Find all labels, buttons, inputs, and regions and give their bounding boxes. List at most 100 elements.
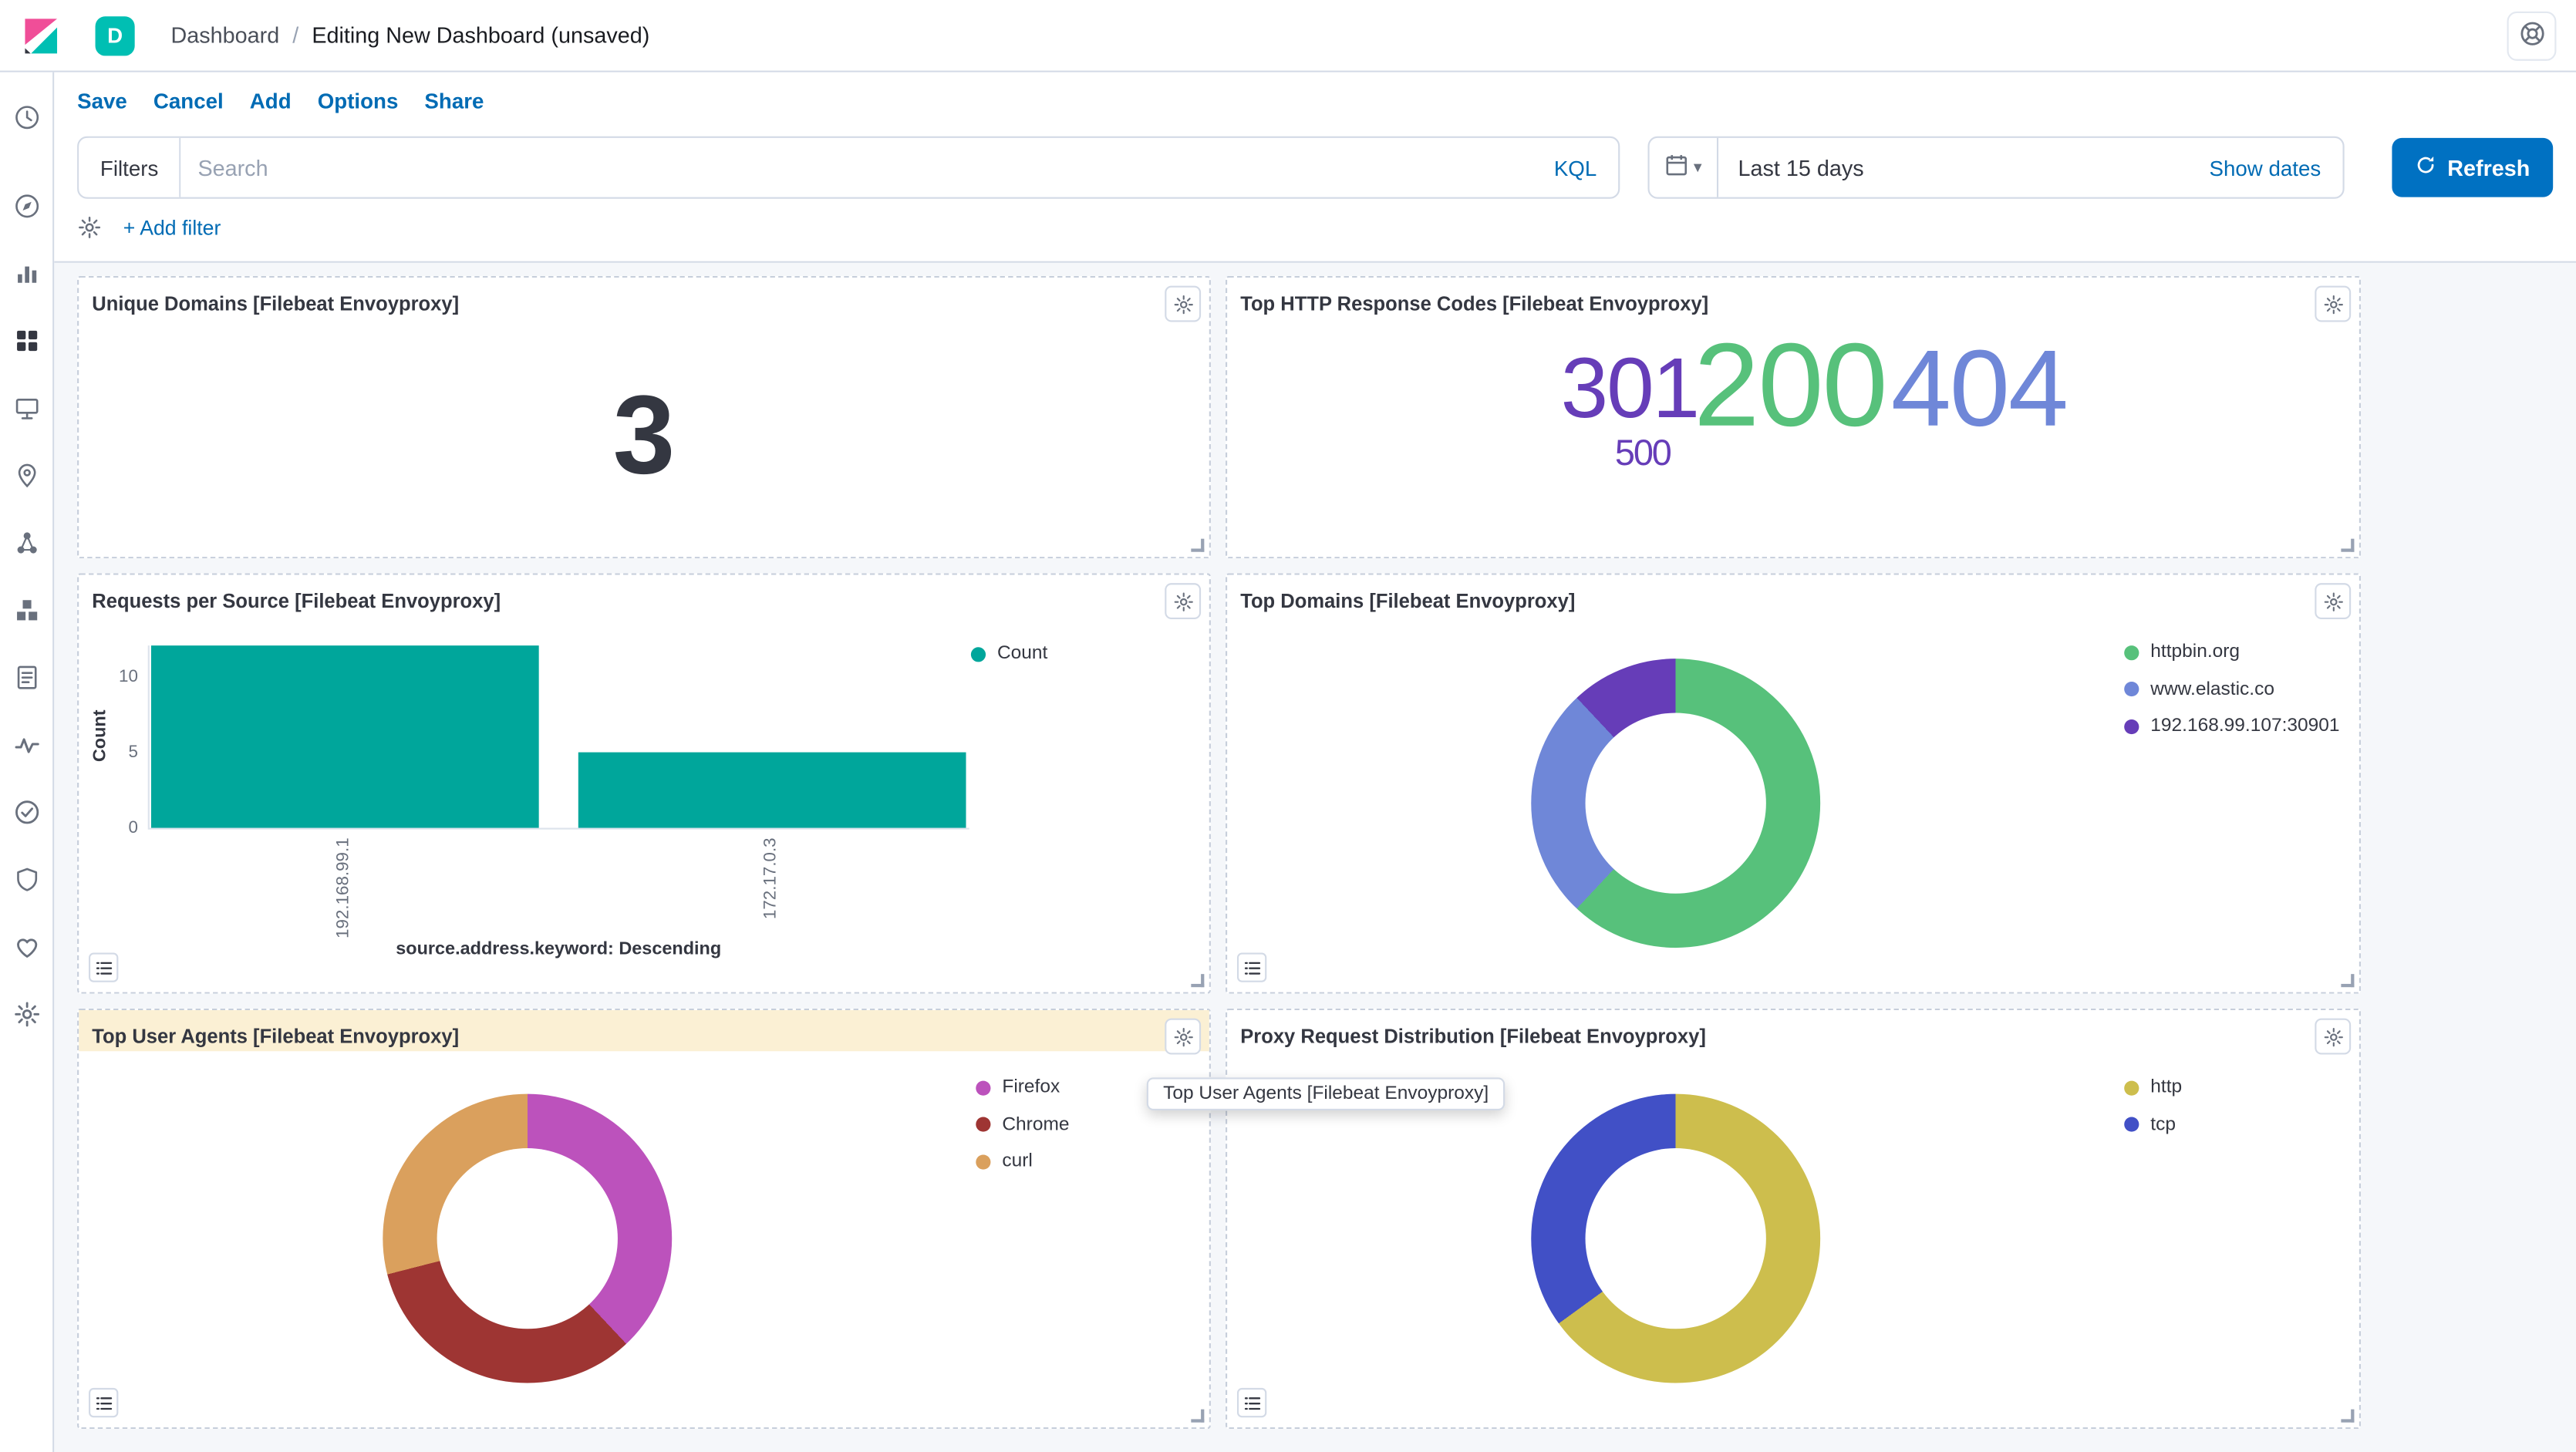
sidebar-item-maps[interactable] [0, 445, 52, 512]
legend-toggle-button[interactable] [89, 952, 118, 982]
legend-item-curl[interactable]: curl [976, 1144, 1069, 1181]
sidebar-item-discover[interactable] [0, 176, 52, 243]
sidebar-item-management[interactable] [0, 984, 52, 1051]
menu-item-share[interactable]: Share [424, 88, 484, 113]
date-picker-toggle[interactable]: ▾ [1649, 138, 1718, 197]
legend-item-Firefox[interactable]: Firefox [976, 1070, 1069, 1107]
dashboard-canvas: Unique Domains [Filebeat Envoyproxy] 3 Top… [54, 263, 2576, 1452]
x-axis-label: 172.17.0.3 [760, 837, 781, 919]
date-picker: ▾ Last 15 days Show dates [1647, 136, 2344, 199]
panel-gear-button[interactable] [1165, 583, 1201, 619]
filter-settings-gear-icon[interactable] [77, 215, 102, 240]
search-group: Filters KQL [77, 136, 1620, 199]
calendar-icon [1664, 153, 1689, 182]
tag-500[interactable]: 500 [1615, 435, 1671, 471]
sidebar-item-uptime[interactable] [0, 782, 52, 849]
tag-404[interactable]: 404 [1891, 333, 2067, 442]
legend-toggle-button[interactable] [89, 1388, 118, 1417]
kibana-logo-icon[interactable] [20, 14, 62, 56]
chart-legend: FirefoxChromecurl [976, 1070, 1069, 1181]
legend-toggle-button[interactable] [1237, 952, 1266, 982]
sidebar-item-siem[interactable] [0, 849, 52, 916]
filters-button[interactable]: Filters [79, 138, 181, 197]
chart-legend: httptcp [2124, 1070, 2182, 1144]
sidebar-item-visualize[interactable] [0, 243, 52, 310]
panel-drag-handle[interactable]: Top HTTP Response Codes [Filebeat Envoyp… [1227, 278, 2359, 318]
legend-item-Chrome[interactable]: Chrome [976, 1107, 1069, 1144]
legend-color-dot [976, 1117, 990, 1132]
panel-title-tooltip: Top User Agents [Filebeat Envoyproxy] [1147, 1077, 1505, 1110]
resize-handle[interactable] [2341, 1410, 2354, 1423]
menu-item-save[interactable]: Save [77, 88, 127, 113]
resize-handle[interactable] [1191, 1410, 1204, 1423]
panel-title: Top HTTP Response Codes [Filebeat Envoyp… [1240, 292, 1708, 315]
legend-color-dot [971, 647, 986, 662]
add-filter-button[interactable]: + Add filter [123, 216, 221, 239]
sidebar [0, 72, 54, 1452]
legend-item-Count[interactable]: Count [971, 635, 1047, 672]
breadcrumb: Dashboard / Editing New Dashboard (unsav… [171, 23, 650, 48]
bar-192.168.99.1[interactable] [151, 645, 539, 827]
time-range-value[interactable]: Last 15 days [1718, 155, 2188, 180]
breadcrumb-dashboard[interactable]: Dashboard [171, 23, 280, 48]
legend-toggle-button[interactable] [1237, 1388, 1266, 1417]
panel-gear-button[interactable] [1165, 286, 1201, 322]
search-input[interactable] [181, 138, 1532, 197]
kibana-app: D Dashboard / Editing New Dashboard (uns… [0, 0, 2576, 1452]
sidebar-item-machine-learning[interactable] [0, 513, 52, 580]
y-axis-title: Count [90, 709, 110, 762]
donut-chart[interactable] [1531, 659, 1820, 948]
panel-gear-button[interactable] [2315, 286, 2351, 322]
legend-item-192.168.99.107:30901[interactable]: 192.168.99.107:30901 [2124, 708, 2339, 745]
help-button[interactable] [2507, 11, 2557, 60]
panel-drag-handle[interactable]: Unique Domains [Filebeat Envoyproxy] [79, 278, 1209, 318]
panel-drag-handle[interactable]: Top User Agents [Filebeat Envoyproxy] [79, 1010, 1209, 1051]
legend-item-www.elastic.co[interactable]: www.elastic.co [2124, 671, 2339, 708]
sidebar-item-recently-viewed[interactable] [0, 87, 52, 154]
panel-top-user-agents: Top User Agents [Filebeat Envoyproxy] Fir… [77, 1009, 1211, 1429]
sidebar-item-stack-monitoring[interactable] [0, 917, 52, 984]
resize-handle[interactable] [2341, 974, 2354, 987]
resize-handle[interactable] [1191, 974, 1204, 987]
space-badge[interactable]: D [96, 15, 135, 55]
panel-gear-button[interactable] [1165, 1019, 1201, 1055]
tag-301[interactable]: 301 [1561, 346, 1698, 432]
donut-chart[interactable] [383, 1094, 672, 1383]
panel-unique-domains: Unique Domains [Filebeat Envoyproxy] 3 [77, 276, 1211, 558]
panel-gear-button[interactable] [2315, 1019, 2351, 1055]
sidebar-item-infrastructure[interactable] [0, 580, 52, 647]
panel-gear-button[interactable] [2315, 583, 2351, 619]
menu-item-options[interactable]: Options [318, 88, 399, 113]
show-dates-button[interactable]: Show dates [2188, 155, 2342, 180]
resize-handle[interactable] [1191, 539, 1204, 552]
bar-172.17.0.3[interactable] [578, 752, 966, 828]
panel-drag-handle[interactable]: Top Domains [Filebeat Envoyproxy] [1227, 575, 2359, 616]
top-nav-menu: Save Cancel Add Options Share [54, 72, 2576, 128]
help-icon [2517, 19, 2545, 52]
kql-toggle[interactable]: KQL [1532, 155, 1618, 180]
legend-color-dot [2124, 1080, 2139, 1095]
legend-item-httpbin.org[interactable]: httpbin.org [2124, 634, 2339, 671]
sidebar-item-apm[interactable] [0, 715, 52, 782]
menu-item-add[interactable]: Add [250, 88, 292, 113]
gear-icon [12, 999, 40, 1036]
chart-legend: httpbin.orgwww.elastic.co192.168.99.107:… [2124, 634, 2339, 745]
refresh-button[interactable]: Refresh [2392, 138, 2553, 197]
legend-color-dot [976, 1080, 990, 1095]
metric-value: 3 [79, 379, 1209, 491]
document-icon [12, 662, 40, 699]
panel-requests-per-source: Requests per Source [Filebeat Envoyproxy… [77, 573, 1211, 993]
panel-drag-handle[interactable]: Requests per Source [Filebeat Envoyproxy… [79, 575, 1209, 616]
menu-item-cancel[interactable]: Cancel [153, 88, 224, 113]
x-axis-title: source.address.keyword: Descending [151, 939, 966, 959]
tag-200[interactable]: 200 [1694, 327, 1886, 445]
resize-handle[interactable] [2341, 539, 2354, 552]
sidebar-item-dashboard[interactable] [0, 311, 52, 378]
donut-chart[interactable] [1531, 1094, 1820, 1383]
legend-item-tcp[interactable]: tcp [2124, 1107, 2182, 1144]
sidebar-item-canvas[interactable] [0, 378, 52, 445]
sidebar-item-logs[interactable] [0, 647, 52, 714]
bar-chart-icon [12, 258, 40, 295]
legend-item-http[interactable]: http [2124, 1070, 2182, 1107]
panel-drag-handle[interactable]: Proxy Request Distribution [Filebeat Env… [1227, 1010, 2359, 1051]
